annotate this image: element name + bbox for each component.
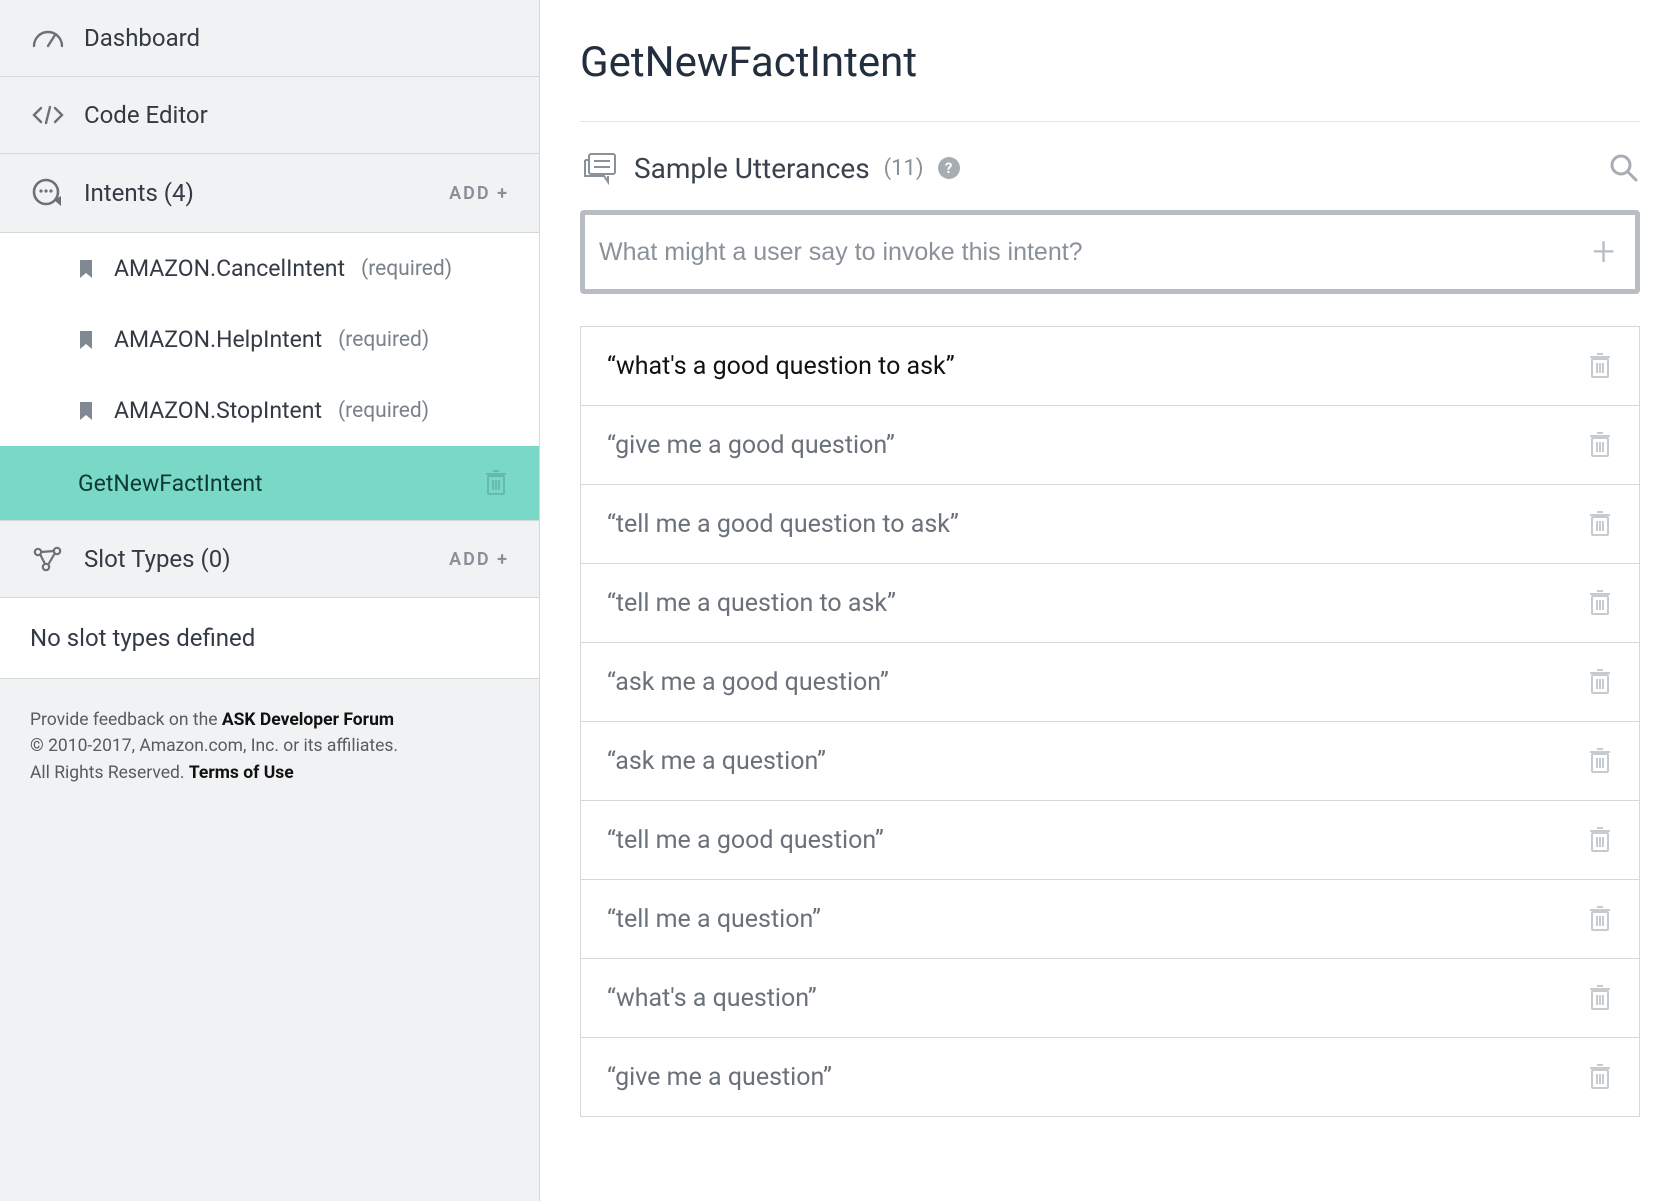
sidebar-section-intents[interactable]: Intents (4) ADD +	[0, 154, 539, 233]
utterance-row[interactable]: “give me a good question”	[581, 406, 1639, 485]
utterances-count: (11)	[884, 156, 924, 181]
utterance-row[interactable]: “what's a question”	[581, 959, 1639, 1038]
delete-utterance-button[interactable]	[1587, 667, 1613, 697]
utterance-table: “what's a good question to ask” “give me …	[580, 326, 1640, 1117]
utterance-row[interactable]: “tell me a good question to ask”	[581, 485, 1639, 564]
intent-name: AMAZON.HelpIntent	[114, 326, 322, 353]
intent-name: GetNewFactIntent	[78, 470, 263, 497]
bookmark-icon	[78, 401, 98, 421]
add-slot-type-button[interactable]: ADD +	[449, 549, 509, 570]
delete-utterance-button[interactable]	[1587, 746, 1613, 776]
add-utterance-button[interactable]: +	[1586, 232, 1621, 272]
utterance-row[interactable]: “tell me a question”	[581, 880, 1639, 959]
sidebar-item-dashboard[interactable]: Dashboard	[0, 0, 539, 77]
delete-utterance-button[interactable]	[1587, 430, 1613, 460]
search-icon[interactable]	[1608, 152, 1640, 184]
sidebar-item-label: Code Editor	[84, 101, 509, 129]
intent-required-label: (required)	[338, 328, 429, 352]
new-utterance-input[interactable]	[599, 238, 1586, 267]
delete-utterance-button[interactable]	[1587, 509, 1613, 539]
sidebar-item-label: Dashboard	[84, 24, 509, 52]
utterance-row[interactable]: “tell me a good question”	[581, 801, 1639, 880]
footer-terms-link[interactable]: Terms of Use	[189, 763, 294, 783]
delete-utterance-button[interactable]	[1587, 588, 1613, 618]
footer-forum-link[interactable]: ASK Developer Forum	[222, 710, 394, 730]
delete-utterance-button[interactable]	[1587, 983, 1613, 1013]
intent-row[interactable]: AMAZON.StopIntent (required)	[0, 375, 539, 446]
utterance-row[interactable]: “tell me a question to ask”	[581, 564, 1639, 643]
utterance-text: “give me a question”	[607, 1063, 832, 1092]
sidebar-section-slot-types[interactable]: Slot Types (0) ADD +	[0, 520, 539, 598]
intent-row[interactable]: AMAZON.CancelIntent (required)	[0, 233, 539, 304]
utterance-row[interactable]: “ask me a good question”	[581, 643, 1639, 722]
utterance-text: “what's a good question to ask”	[607, 352, 955, 381]
footer-feedback-text: Provide feedback on the	[30, 710, 222, 730]
utterance-text: “ask me a good question”	[607, 668, 889, 697]
utterance-row[interactable]: “ask me a question”	[581, 722, 1639, 801]
intent-required-label: (required)	[338, 399, 429, 423]
intent-list: AMAZON.CancelIntent (required)AMAZON.Hel…	[0, 233, 539, 520]
add-intent-button[interactable]: ADD +	[449, 183, 509, 204]
utterance-text: “ask me a question”	[607, 747, 826, 776]
speech-head-icon	[30, 178, 66, 208]
utterance-text: “what's a question”	[607, 984, 817, 1013]
footer-rights: All Rights Reserved.	[30, 763, 189, 783]
delete-utterance-button[interactable]	[1587, 351, 1613, 381]
intent-name: AMAZON.StopIntent	[114, 397, 322, 424]
utterance-text: “tell me a good question”	[607, 826, 884, 855]
delete-utterance-button[interactable]	[1587, 904, 1613, 934]
delete-utterance-button[interactable]	[1587, 1062, 1613, 1092]
intent-row[interactable]: GetNewFactIntent	[0, 446, 539, 520]
intent-row[interactable]: AMAZON.HelpIntent (required)	[0, 304, 539, 375]
slot-types-icon	[30, 545, 66, 573]
bookmark-icon	[78, 330, 98, 350]
trash-icon[interactable]	[483, 468, 509, 498]
utterances-heading: Sample Utterances	[634, 152, 870, 185]
utterance-row[interactable]: “what's a good question to ask”	[581, 327, 1639, 406]
gauge-icon	[30, 27, 66, 49]
sidebar-section-label: Intents (4)	[84, 179, 431, 207]
sidebar-section-label: Slot Types (0)	[84, 545, 431, 573]
main-content: GetNewFactIntent Sample Utterances (11) …	[540, 0, 1680, 1201]
utterance-text: “tell me a good question to ask”	[607, 510, 959, 539]
utterance-text: “tell me a question to ask”	[607, 589, 896, 618]
utterances-section-header: Sample Utterances (11) ?	[580, 150, 1640, 186]
page-title: GetNewFactIntent	[580, 18, 1640, 122]
sidebar: Dashboard Code Editor Intents (4) ADD + …	[0, 0, 540, 1201]
chat-lines-icon	[580, 150, 620, 186]
delete-utterance-button[interactable]	[1587, 825, 1613, 855]
slot-types-empty-message: No slot types defined	[0, 598, 539, 679]
utterance-text: “tell me a question”	[607, 905, 821, 934]
bookmark-icon	[78, 259, 98, 279]
intent-name: AMAZON.CancelIntent	[114, 255, 345, 282]
utterance-input-container: +	[580, 210, 1640, 294]
help-icon[interactable]: ?	[938, 157, 960, 179]
sidebar-footer: Provide feedback on the ASK Developer Fo…	[0, 679, 539, 814]
footer-copyright: © 2010-2017, Amazon.com, Inc. or its aff…	[30, 733, 509, 759]
utterance-text: “give me a good question”	[607, 431, 895, 460]
code-icon	[30, 104, 66, 126]
intent-required-label: (required)	[361, 257, 452, 281]
utterance-row[interactable]: “give me a question”	[581, 1038, 1639, 1116]
sidebar-item-code-editor[interactable]: Code Editor	[0, 77, 539, 154]
